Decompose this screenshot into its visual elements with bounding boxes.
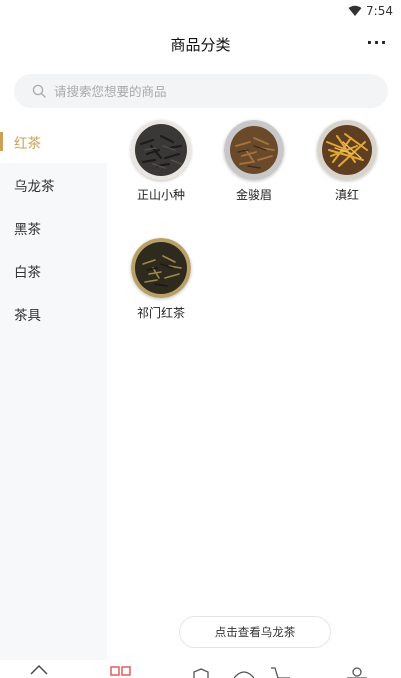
- search-bar[interactable]: [14, 74, 388, 108]
- status-bar: 7:54: [0, 0, 401, 24]
- community-icon[interactable]: [232, 668, 256, 678]
- home-icon[interactable]: [29, 664, 49, 678]
- sidebar-item-oolong[interactable]: 乌龙茶: [0, 163, 107, 206]
- cart-icon[interactable]: [270, 666, 292, 678]
- product-image: [131, 238, 191, 298]
- more-options-button[interactable]: ···: [365, 32, 389, 52]
- page-title: 商品分类: [170, 36, 231, 54]
- sidebar-item-label: 白茶: [14, 264, 41, 281]
- product-image: [131, 120, 191, 180]
- status-indicators: 7:54: [348, 4, 393, 18]
- status-time: 7:54: [366, 4, 393, 18]
- sidebar-item-teaware[interactable]: 茶具: [0, 292, 107, 335]
- product-name: 金骏眉: [235, 188, 272, 202]
- search-input[interactable]: [54, 83, 354, 99]
- product-grid: 正山小种 金骏眉 滇红 祁门红茶: [107, 120, 401, 620]
- wifi-icon: [348, 5, 362, 16]
- product-name: 祁门红茶: [136, 306, 185, 320]
- nav-header: 商品分类 ···: [0, 24, 401, 64]
- product-image: [317, 120, 377, 180]
- product-item[interactable]: 正山小种: [121, 120, 201, 203]
- product-name: 正山小种: [136, 188, 185, 202]
- view-next-category-button[interactable]: 点击查看乌龙茶: [179, 616, 331, 648]
- search-icon: [32, 84, 46, 98]
- sidebar-item-white-tea[interactable]: 白茶: [0, 249, 107, 292]
- sidebar-item-black-tea[interactable]: 红茶: [0, 120, 107, 163]
- profile-icon[interactable]: [345, 666, 369, 678]
- bottom-tabbar: [0, 660, 401, 678]
- product-item[interactable]: 祁门红茶: [121, 238, 201, 321]
- product-image: [224, 120, 284, 180]
- product-name: 滇红: [334, 188, 359, 202]
- sidebar-item-label: 黑茶: [14, 221, 41, 238]
- sidebar-item-dark-tea[interactable]: 黑茶: [0, 206, 107, 249]
- category-sidebar: 红茶 乌龙茶 黑茶 白茶 茶具: [0, 120, 107, 666]
- sidebar-item-label: 乌龙茶: [14, 178, 55, 195]
- sidebar-item-label: 红茶: [14, 135, 41, 152]
- product-item[interactable]: 金骏眉: [214, 120, 294, 203]
- product-item[interactable]: 滇红: [307, 120, 387, 203]
- category-icon[interactable]: [110, 666, 132, 678]
- sidebar-item-label: 茶具: [14, 307, 41, 324]
- discover-icon[interactable]: [192, 668, 210, 678]
